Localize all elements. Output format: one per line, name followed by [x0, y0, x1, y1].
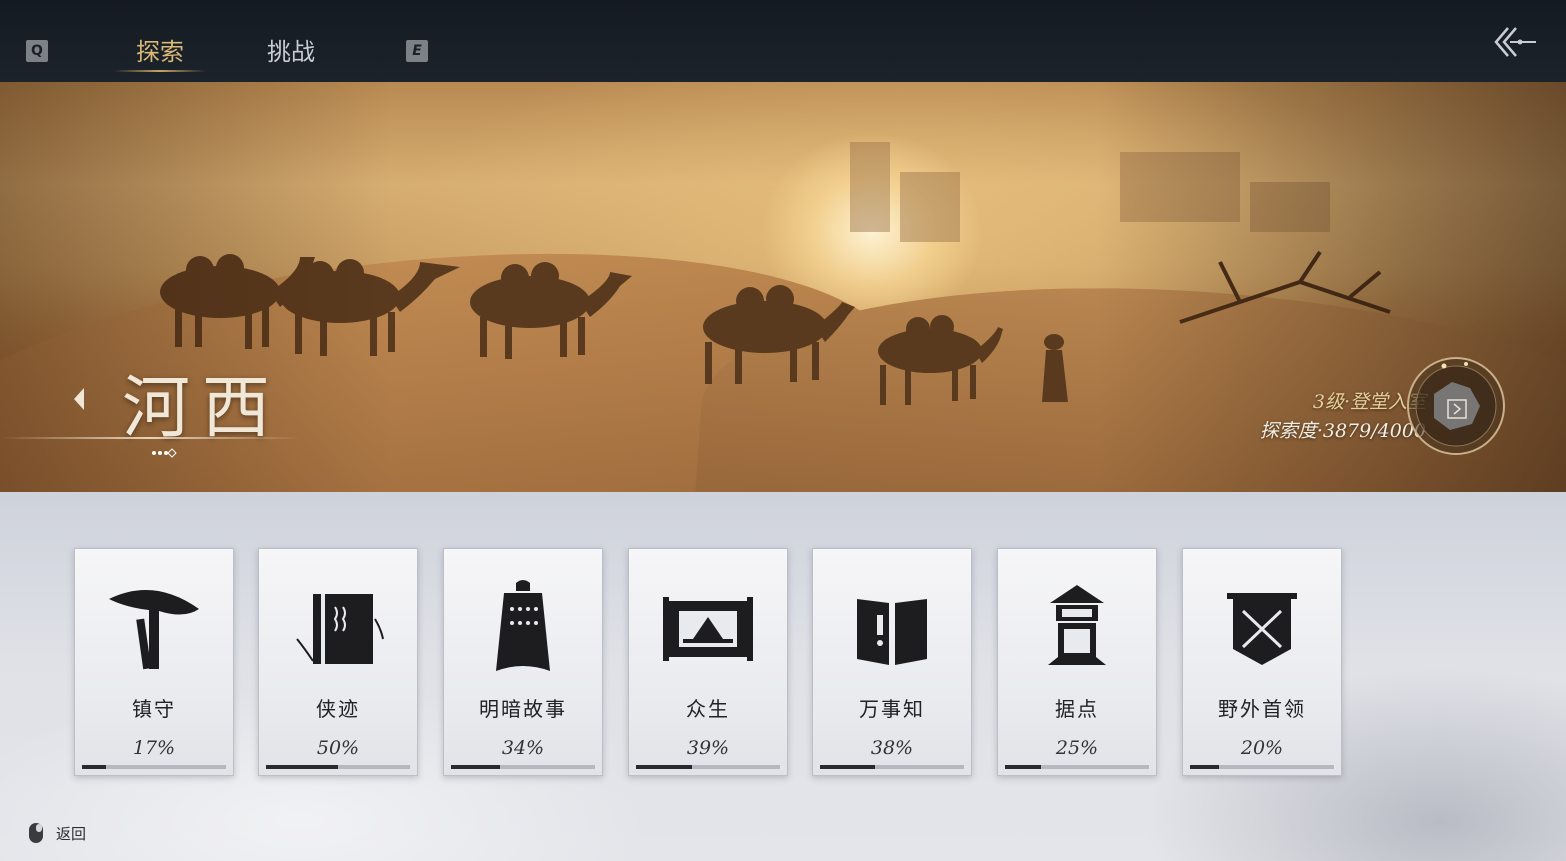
exploration-progress: 探索度·3879/4000 — [1259, 420, 1426, 442]
e-key-hint[interactable]: E — [406, 40, 428, 62]
progress-bar — [1190, 765, 1334, 769]
progress-bar — [451, 765, 595, 769]
card-field-boss[interactable]: 野外首领 20% — [1182, 548, 1342, 776]
progress-fill — [820, 765, 875, 769]
region-underline — [0, 437, 300, 439]
progress-fill — [1005, 765, 1041, 769]
card-title: 众生 — [686, 697, 730, 721]
card-title: 野外首领 — [1218, 697, 1306, 721]
card-percent: 17% — [132, 737, 176, 759]
region-banner: 河西 3级·登堂入室 探索度·3879/4000 — [0, 82, 1566, 492]
card-percent: 50% — [316, 737, 360, 759]
card-stronghold[interactable]: 据点 25% — [997, 548, 1157, 776]
card-all-beings[interactable]: 众生 39% — [628, 548, 788, 776]
progress-fill — [636, 765, 693, 769]
card-percent: 25% — [1055, 737, 1099, 759]
card-title: 侠迹 — [316, 697, 360, 721]
card-title: 据点 — [1055, 697, 1099, 721]
region-map-badge-icon[interactable] — [1404, 354, 1508, 458]
book-bamboo-icon — [296, 594, 384, 664]
card-title: 镇守 — [132, 697, 176, 721]
progress-fill — [451, 765, 500, 769]
mouse-icon — [29, 823, 43, 843]
bronze-bell-icon — [496, 580, 550, 671]
page-dots-indicator[interactable] — [150, 448, 178, 458]
tab-challenge[interactable]: 挑战 — [250, 32, 332, 72]
card-title: 万事知 — [859, 697, 925, 721]
card-title: 明暗故事 — [479, 697, 567, 721]
progress-fill — [1190, 765, 1219, 769]
open-book-icon — [857, 599, 927, 665]
scroll-painting-icon — [663, 597, 753, 661]
card-guard[interactable]: 镇守 17% — [74, 548, 234, 776]
progress-fill — [82, 765, 107, 769]
progress-bar — [820, 765, 964, 769]
crossed-swords-banner-icon — [1227, 593, 1297, 665]
straw-hat-sword-icon — [109, 590, 199, 670]
card-chivalry-traces[interactable]: 侠迹 50% — [258, 548, 418, 776]
card-percent: 38% — [870, 737, 914, 759]
watchtower-icon — [1048, 585, 1106, 665]
double-chevron-back-icon[interactable] — [1490, 24, 1538, 60]
card-light-dark-stories[interactable]: 明暗故事 34% — [443, 548, 603, 776]
card-percent: 20% — [1240, 737, 1284, 759]
top-bar: Q 探索 挑战 E — [0, 0, 1566, 82]
tab-explore[interactable]: 探索 — [114, 32, 206, 72]
progress-bar — [636, 765, 780, 769]
progress-bar — [1005, 765, 1149, 769]
region-prev-arrow-icon[interactable] — [70, 384, 90, 414]
back-hint[interactable]: 返回 — [28, 822, 86, 844]
progress-fill — [266, 765, 338, 769]
card-percent: 39% — [686, 737, 730, 759]
q-key-hint[interactable]: Q — [26, 40, 48, 62]
back-label: 返回 — [56, 824, 87, 843]
card-percent: 34% — [501, 737, 545, 759]
progress-bar — [266, 765, 410, 769]
progress-bar — [82, 765, 226, 769]
card-almanac[interactable]: 万事知 38% — [812, 548, 972, 776]
